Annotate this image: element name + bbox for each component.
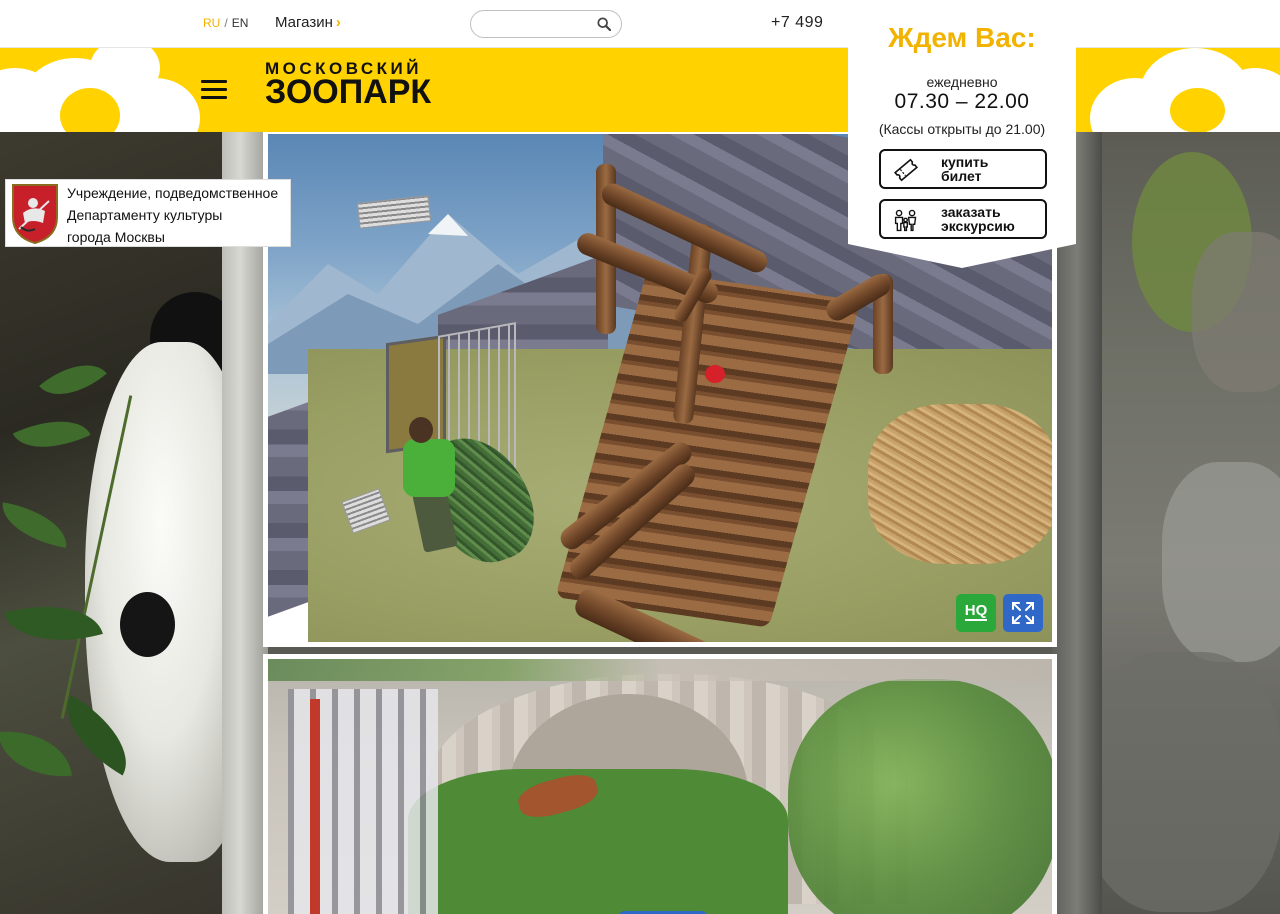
video-frame[interactable] (268, 659, 1052, 914)
search-input[interactable] (483, 12, 593, 36)
family-icon (894, 209, 917, 232)
zookeeper (403, 439, 455, 497)
red-toy (705, 365, 725, 383)
hours-title: Ждем Вас: (888, 22, 1036, 53)
hq-quality-button[interactable]: HQ (956, 594, 996, 632)
hay-pile (868, 404, 1052, 564)
tree (788, 679, 1052, 914)
buy-ticket-button[interactable]: купить билет (879, 149, 1047, 189)
government-badge[interactable]: Учреждение, подведомственное Департамент… (5, 179, 291, 247)
cashier-note: (Кассы открыты до 21.00) (878, 121, 1046, 137)
shop-link[interactable]: Магазин › (275, 14, 341, 31)
fullscreen-icon (1012, 602, 1034, 624)
lang-en-link[interactable]: EN (232, 16, 249, 30)
ticket-icon (893, 158, 919, 182)
hamburger-menu-icon[interactable] (201, 80, 227, 100)
hours-daily-label: ежедневно (926, 74, 998, 90)
site-header: МОСКОВСКИЙ ЗООПАРК (0, 48, 1280, 132)
lang-ru-link[interactable]: RU (203, 16, 220, 30)
phone-number[interactable]: +7 499 (771, 14, 823, 32)
chevron-right-icon: › (335, 14, 341, 31)
webcam-video-2[interactable] (263, 654, 1057, 914)
top-bar: RU / EN Магазин › +7 499 (0, 0, 1280, 48)
gov-badge-line3: города Москвы (67, 229, 165, 245)
opening-hours-panel: Ждем Вас: ежедневно 07.30 – 22.00 (Кассы… (848, 0, 1076, 268)
gov-badge-line1: Учреждение, подведомственное (67, 185, 279, 201)
background-right (1102, 132, 1280, 914)
gov-badge-line2: Департаменту культуры (67, 207, 223, 223)
cloud-decoration-right (1090, 48, 1280, 132)
search-box (470, 10, 622, 38)
language-switcher: RU / EN (203, 16, 249, 30)
fullscreen-button[interactable] (1003, 594, 1043, 632)
search-icon[interactable] (597, 17, 611, 31)
hours-time: 07.30 – 22.00 (894, 90, 1030, 113)
panda-background-left (0, 132, 225, 914)
site-logo[interactable]: МОСКОВСКИЙ ЗООПАРК (265, 60, 431, 109)
book-tour-button[interactable]: заказать экскурсию (879, 199, 1047, 239)
moscow-coat-of-arms-icon (12, 184, 58, 245)
cloud-decoration-left (0, 48, 210, 132)
